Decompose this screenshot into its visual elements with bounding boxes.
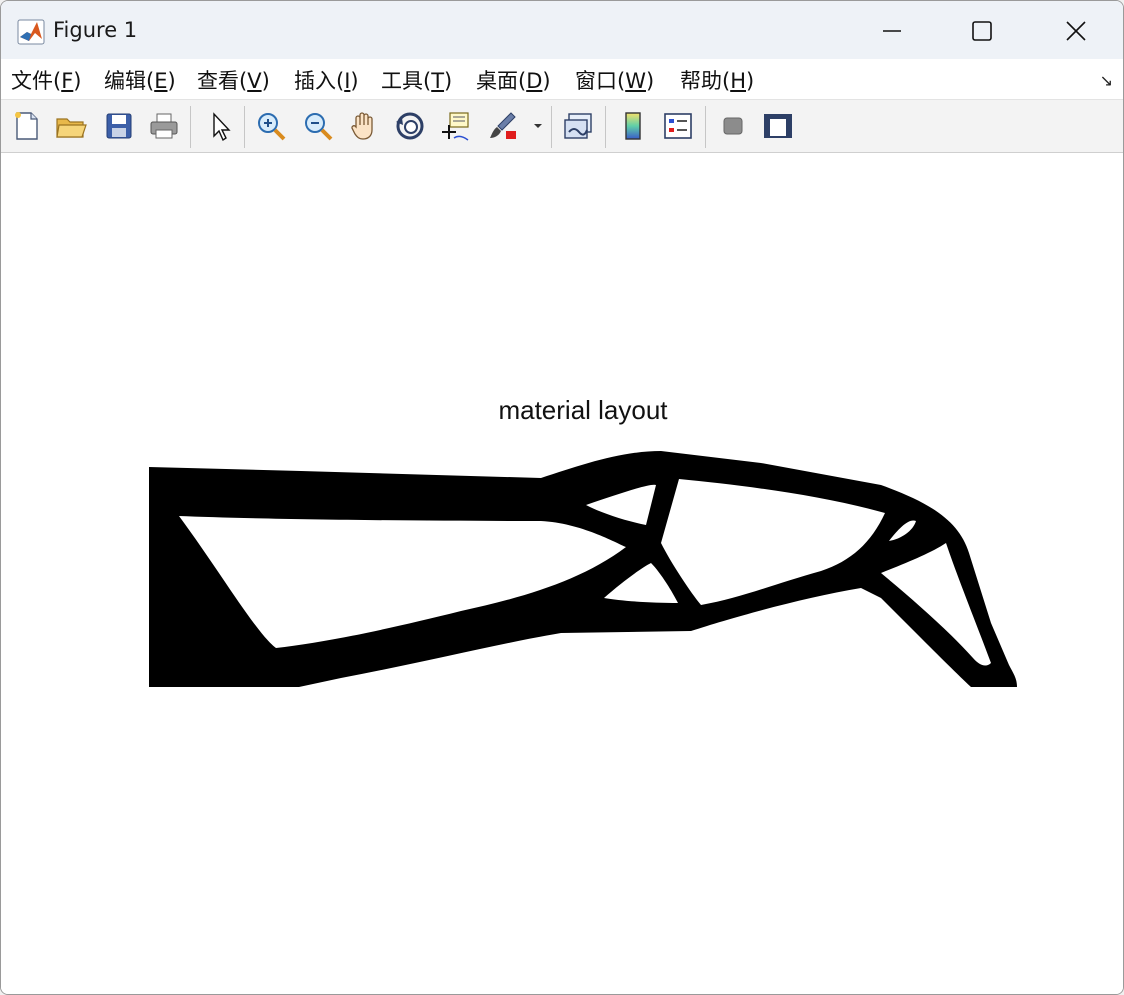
open-file-icon [56, 118, 87, 138]
data-cursor-icon [442, 112, 469, 141]
toolbar-separator [705, 106, 706, 148]
legend-icon [664, 113, 692, 139]
save-icon [106, 113, 132, 139]
insert-colorbar-button[interactable] [615, 108, 651, 144]
maximize-icon [972, 21, 992, 41]
hide-plot-tools-button[interactable] [715, 108, 751, 144]
rotate-3d-icon [396, 112, 424, 140]
menu-tools[interactable]: 工具(T) [381, 65, 452, 95]
show-plot-tools-icon [764, 114, 792, 138]
toolbar-separator [551, 106, 552, 148]
menu-window[interactable]: 窗口(W) [575, 65, 654, 95]
maximize-button[interactable] [953, 9, 1011, 53]
hide-plot-tools-icon [723, 117, 743, 135]
link-plot-icon [564, 113, 592, 139]
figure-canvas[interactable]: material layout [1, 153, 1123, 994]
zoom-in-button[interactable] [253, 108, 289, 144]
matlab-logo-icon [17, 19, 45, 45]
title-bar: Figure 1 [1, 1, 1123, 59]
pan-button[interactable] [346, 108, 382, 144]
menu-insert[interactable]: 插入(I) [294, 65, 359, 95]
insert-legend-button[interactable] [660, 108, 696, 144]
material-layout-plot [149, 451, 1017, 687]
brush-dropdown-button[interactable] [527, 108, 549, 144]
colorbar-icon [625, 112, 641, 140]
close-button[interactable] [1047, 9, 1105, 53]
edit-plot-button[interactable] [202, 108, 238, 144]
toolbar-separator [190, 106, 191, 148]
brush-dropdown-icon [534, 124, 542, 128]
menu-file[interactable]: 文件(F) [11, 65, 82, 95]
rotate-3d-button[interactable] [392, 108, 428, 144]
pan-hand-icon [351, 112, 373, 140]
new-figure-button[interactable] [9, 108, 45, 144]
edit-plot-arrow-icon [213, 112, 231, 142]
figure-toolbar [1, 100, 1123, 153]
show-plot-tools-button[interactable] [760, 108, 796, 144]
menu-desktop[interactable]: 桌面(D) [476, 65, 551, 95]
menu-view[interactable]: 查看(V) [197, 65, 270, 95]
minimize-button[interactable] [863, 9, 921, 53]
menu-edit[interactable]: 编辑(E) [104, 65, 176, 95]
menu-help[interactable]: 帮助(H) [680, 65, 754, 95]
material-layout-shape [149, 451, 1017, 687]
menu-bar: 文件(F) 编辑(E) 查看(V) 插入(I) 工具(T) 桌面(D) 窗口(W… [1, 59, 1123, 100]
print-button[interactable] [146, 108, 182, 144]
link-plot-button[interactable] [561, 108, 597, 144]
zoom-out-button[interactable] [300, 108, 336, 144]
brush-icon [490, 112, 516, 139]
figure-window: Figure 1 文件(F) 编辑(E) 查看(V) 插入(I) 工具(T) 桌… [0, 0, 1124, 995]
zoom-out-icon [305, 113, 333, 141]
window-title: Figure 1 [53, 18, 138, 42]
save-button[interactable] [101, 108, 137, 144]
zoom-in-icon [258, 113, 286, 141]
dock-figure-icon[interactable]: ↘ [1100, 71, 1113, 90]
minimize-icon [883, 30, 901, 32]
toolbar-separator [244, 106, 245, 148]
brush-button[interactable] [485, 108, 521, 144]
open-file-button[interactable] [53, 108, 89, 144]
data-cursor-button[interactable] [438, 108, 474, 144]
toolbar-separator [605, 106, 606, 148]
print-icon [150, 113, 178, 139]
new-figure-icon [15, 112, 38, 140]
close-icon [1066, 21, 1086, 41]
